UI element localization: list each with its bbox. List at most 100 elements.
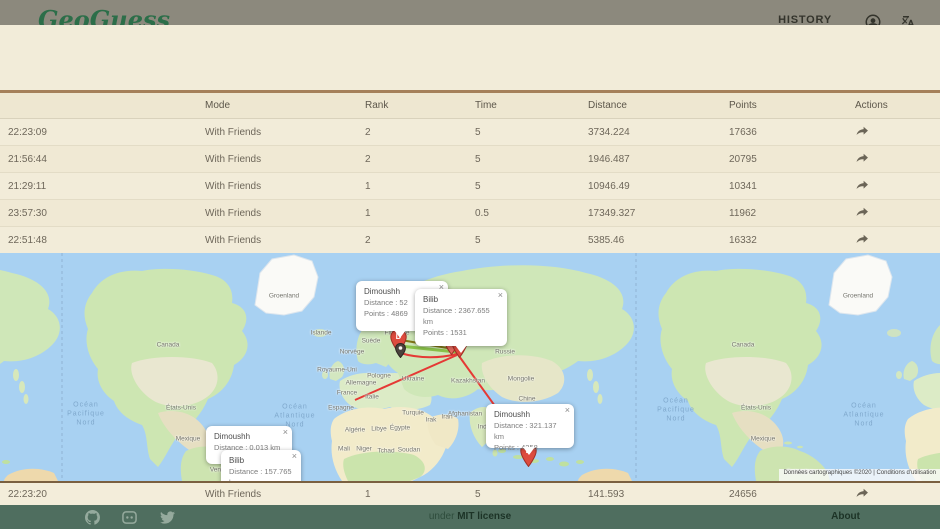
cell-rank: 2: [365, 153, 371, 165]
map-country-label: Pologne: [367, 372, 391, 380]
map-attribution[interactable]: Données cartographiques ©2020 | Conditio…: [779, 469, 940, 481]
col-points-header: Points: [729, 100, 757, 111]
cell-distance: 1946.487: [588, 153, 630, 165]
footer-bar: under MIT license About: [0, 505, 940, 529]
share-button[interactable]: [855, 206, 869, 218]
popup-close-icon[interactable]: ×: [283, 427, 288, 438]
cell-mode: With Friends: [205, 207, 262, 219]
map-country-label: Italie: [365, 393, 379, 401]
cell-date: 22:23:09: [8, 126, 47, 138]
map-country-label: Soudan: [397, 446, 421, 454]
app-logo[interactable]: GeoGuess: [38, 5, 170, 25]
share-button[interactable]: [855, 179, 869, 191]
map-country-label: Espagne: [328, 404, 354, 412]
map-country-label: Tchad: [377, 447, 395, 455]
cell-time: 5: [475, 234, 481, 246]
share-button[interactable]: [855, 152, 869, 164]
popup-player: Bilib: [423, 295, 439, 304]
license-prefix: under: [428, 511, 455, 522]
cell-points: 24656: [729, 488, 757, 500]
cell-distance: 141.593: [588, 488, 625, 500]
cell-distance: 5385.46: [588, 234, 625, 246]
cell-rank: 2: [365, 126, 371, 138]
map-country-label: Canada: [731, 341, 755, 349]
map-popup: × Bilib Distance : 157.765 km: [221, 450, 301, 481]
table-row[interactable]: 22:51:48 With Friends 2 5 5385.46 16332: [0, 227, 940, 254]
cell-date: 22:51:48: [8, 234, 47, 246]
cell-date: 21:56:44: [8, 153, 47, 165]
col-rank-header: Rank: [365, 100, 389, 111]
map-popup: × Bilib Distance : 2367.655 km Points : …: [415, 289, 507, 353]
license-text: under MIT license: [0, 511, 940, 522]
header-bar: GeoGuess HISTORY: [0, 0, 940, 25]
map-country-label: Suède: [361, 337, 381, 345]
cell-distance: 3734.224: [588, 126, 630, 138]
cell-time: 5: [475, 153, 481, 165]
share-button[interactable]: [855, 233, 869, 245]
popup-close-icon[interactable]: ×: [498, 290, 503, 301]
table-row[interactable]: 21:29:11 With Friends 1 5 10946.49 10341: [0, 173, 940, 200]
map-country-label: Allemagne: [345, 379, 377, 387]
map-country-label: Libye: [371, 425, 387, 433]
map-country-label: Mexique: [750, 435, 776, 443]
cell-distance: 10946.49: [588, 180, 630, 192]
share-button[interactable]: [855, 125, 869, 137]
map-country-label: Turquie: [402, 409, 424, 417]
account-icon[interactable]: [864, 13, 882, 25]
map-country-label: Russie: [495, 348, 515, 356]
mit-license-link[interactable]: MIT license: [457, 511, 511, 522]
popup-distance: Distance : 157.765 km: [229, 467, 292, 481]
map-country-label: Mexique: [175, 435, 201, 443]
col-distance-header: Distance: [588, 100, 627, 111]
cell-mode: With Friends: [205, 234, 262, 246]
table-row[interactable]: 21:56:44 With Friends 2 5 1946.487 20795: [0, 146, 940, 173]
cell-rank: 1: [365, 180, 371, 192]
map-country-label: Iran: [441, 413, 453, 421]
popup-close-icon[interactable]: ×: [565, 405, 570, 416]
cell-points: 16332: [729, 234, 757, 246]
map-country-label: Groenland: [842, 292, 874, 300]
history-card: Mode Rank Time Distance Points Actions 2…: [0, 25, 940, 505]
cell-time: 5: [475, 126, 481, 138]
cell-date: 23:57:30: [8, 207, 47, 219]
map-popup: × Dimoushh Distance : 321.137 km Points …: [486, 404, 574, 455]
popup-player: Dimoushh: [494, 410, 531, 419]
cell-distance: 17349.327: [588, 207, 636, 219]
map-country-label: Irak: [425, 416, 437, 424]
cell-rank: 1: [365, 207, 371, 219]
map-ocean-label: Océan Pacifique Nord: [67, 401, 105, 427]
cell-mode: With Friends: [205, 488, 262, 500]
map-country-label: Chine: [518, 395, 536, 403]
cell-points: 17636: [729, 126, 757, 138]
about-link[interactable]: About: [831, 511, 860, 522]
cell-time: 5: [475, 180, 481, 192]
results-map[interactable]: Océan Pacifique Nord Océan Atlantique Nor…: [0, 253, 940, 481]
table-row[interactable]: 23:57:30 With Friends 1 0.5 17349.327 11…: [0, 200, 940, 227]
cell-mode: With Friends: [205, 180, 262, 192]
map-country-label: Algérie: [344, 426, 366, 434]
app-window: GeoGuess HISTORY Mode Rank Time Distance…: [0, 0, 940, 529]
map-country-label: Niger: [356, 445, 372, 453]
col-time-header: Time: [475, 100, 497, 111]
map-ocean-label: Océan Pacifique Nord: [657, 397, 695, 423]
map-country-label: Mongolie: [507, 375, 535, 383]
cell-points: 10341: [729, 180, 757, 192]
popup-player: Dimoushh: [214, 432, 251, 441]
popup-close-icon[interactable]: ×: [292, 451, 297, 462]
translate-icon[interactable]: [900, 13, 918, 25]
cell-rank: 2: [365, 234, 371, 246]
map-country-label: Afghanistan: [447, 410, 483, 418]
share-button[interactable]: [855, 487, 869, 499]
map-country-label: États-Unis: [166, 404, 196, 412]
cell-date: 22:23:20: [8, 488, 47, 500]
map-land: [0, 253, 940, 481]
popup-player: Bilib: [229, 456, 245, 465]
map-marker-location[interactable]: [395, 342, 406, 363]
map-country-label: États-Unis: [741, 404, 771, 412]
table-row[interactable]: 22:23:09 With Friends 2 5 3734.224 17636: [0, 119, 940, 146]
table-row[interactable]: 22:23:20 With Friends 1 5 141.593 24656: [0, 483, 940, 505]
table-header-row: Mode Rank Time Distance Points Actions: [0, 93, 940, 119]
map-country-label: France: [336, 389, 358, 397]
nav-history-link[interactable]: HISTORY: [778, 14, 832, 25]
map-country-label: Égypte: [389, 424, 411, 432]
